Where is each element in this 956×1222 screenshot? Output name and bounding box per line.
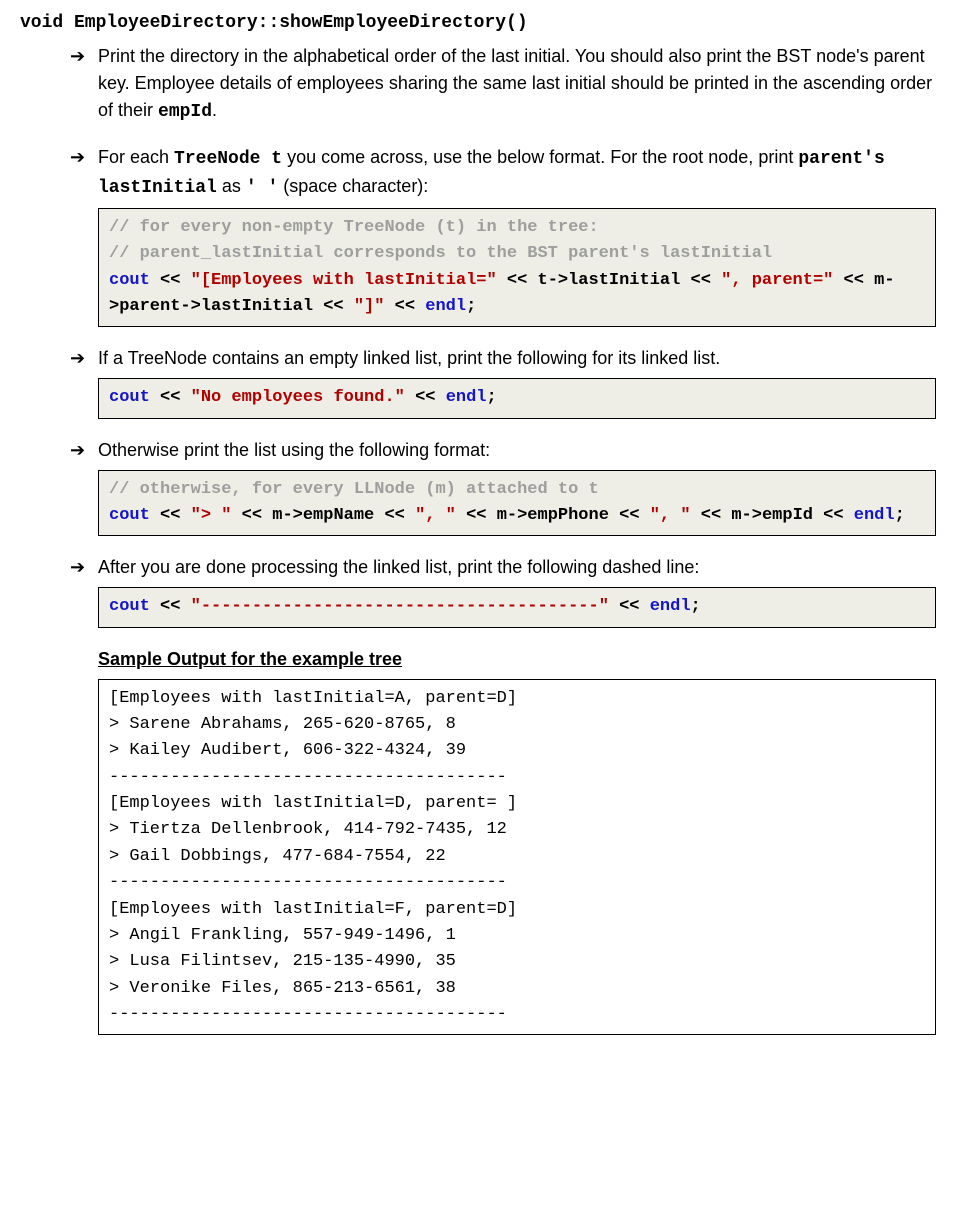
code3-str1: "> "	[191, 506, 232, 525]
code3-kw1: cout	[109, 506, 150, 525]
code-block-1: // for every non-empty TreeNode (t) in t…	[98, 208, 936, 327]
code2-str1: "No employees found."	[191, 388, 405, 407]
bullet-2-code-a: TreeNode t	[174, 149, 282, 169]
bullet-2-text-b: you come across, use the below format. F…	[282, 147, 798, 167]
bullet-3: If a TreeNode contains an empty linked l…	[70, 345, 936, 418]
code4-op1: <<	[150, 597, 191, 616]
code3-str2: ", "	[415, 506, 456, 525]
code3-kw2: endl	[854, 506, 895, 525]
sample-output-box: [Employees with lastInitial=A, parent=D]…	[98, 679, 936, 1035]
code4-kw2: endl	[650, 597, 691, 616]
bullet-2-code-c: ' '	[246, 178, 278, 198]
bullet-2-text-c: as	[217, 176, 246, 196]
code1-op2: << t->lastInitial <<	[497, 271, 721, 290]
bullet-1: Print the directory in the alphabetical …	[70, 43, 936, 126]
code3-comment1: // otherwise, for every LLNode (m) attac…	[109, 480, 599, 499]
code1-semi: ;	[466, 297, 476, 316]
code4-semi: ;	[691, 597, 701, 616]
bullet-2-text-a: For each	[98, 147, 174, 167]
bullet-2-text-d: (space character):	[278, 176, 428, 196]
instruction-list: Print the directory in the alphabetical …	[70, 43, 936, 628]
code1-str1: "[Employees with lastInitial="	[191, 271, 497, 290]
code1-comment2: // parent_lastInitial corresponds to the…	[109, 244, 772, 263]
code4-kw1: cout	[109, 597, 150, 616]
code3-str3: ", "	[650, 506, 691, 525]
code1-op4: <<	[384, 297, 425, 316]
code3-op1: <<	[150, 506, 191, 525]
code1-str3: "]"	[354, 297, 385, 316]
code2-kw2: endl	[446, 388, 487, 407]
code1-kw1: cout	[109, 271, 150, 290]
code-block-2: cout << "No employees found." << endl;	[98, 378, 936, 418]
sample-output-heading: Sample Output for the example tree	[98, 646, 936, 673]
bullet-5: After you are done processing the linked…	[70, 554, 936, 627]
code2-op1: <<	[150, 388, 191, 407]
bullet-4: Otherwise print the list using the follo…	[70, 437, 936, 537]
code1-comment1: // for every non-empty TreeNode (t) in t…	[109, 218, 599, 237]
code3-op4: << m->empId <<	[691, 506, 854, 525]
code2-op2: <<	[405, 388, 446, 407]
code1-op1: <<	[150, 271, 191, 290]
code2-semi: ;	[487, 388, 497, 407]
code4-op2: <<	[609, 597, 650, 616]
bullet-3-text: If a TreeNode contains an empty linked l…	[98, 348, 720, 368]
bullet-1-end: .	[212, 100, 217, 120]
bullet-2: For each TreeNode t you come across, use…	[70, 144, 936, 327]
bullet-1-text: Print the directory in the alphabetical …	[98, 46, 932, 120]
function-signature: void EmployeeDirectory::showEmployeeDire…	[20, 10, 936, 37]
code3-semi: ;	[895, 506, 905, 525]
bullet-4-text: Otherwise print the list using the follo…	[98, 440, 490, 460]
code-block-4: cout << "-------------------------------…	[98, 587, 936, 627]
code1-str2: ", parent="	[721, 271, 833, 290]
code2-kw1: cout	[109, 388, 150, 407]
code1-kw2: endl	[425, 297, 466, 316]
bullet-1-code: empId	[158, 102, 212, 122]
code-block-3: // otherwise, for every LLNode (m) attac…	[98, 470, 936, 537]
code3-op2: << m->empName <<	[231, 506, 415, 525]
code3-op3: << m->empPhone <<	[456, 506, 650, 525]
code4-str1: "---------------------------------------…	[191, 597, 609, 616]
bullet-5-text: After you are done processing the linked…	[98, 557, 699, 577]
